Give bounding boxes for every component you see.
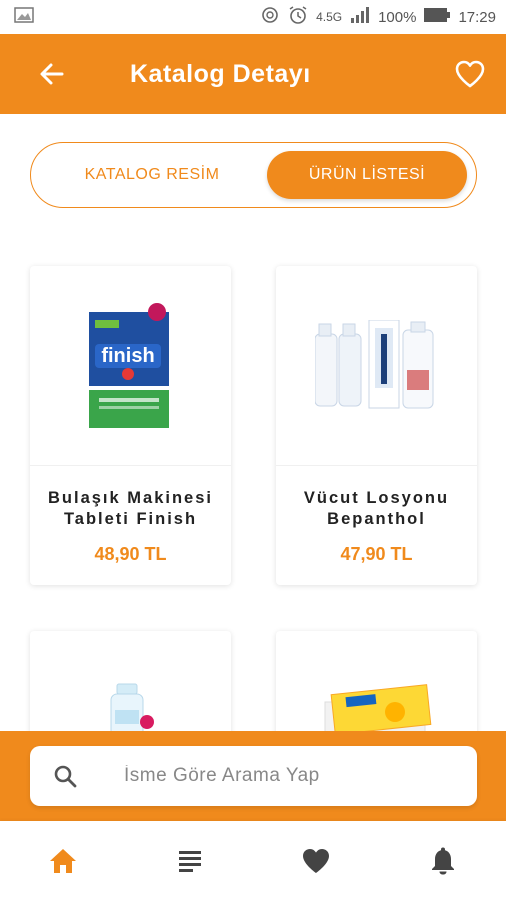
product-image-bepanthol [276, 266, 477, 466]
battery-percentage: 100% [378, 8, 417, 26]
search-input[interactable] [124, 765, 444, 787]
nav-notifications[interactable] [403, 831, 483, 891]
search-icon[interactable] [30, 764, 100, 788]
product-card[interactable] [30, 631, 231, 741]
list-icon [178, 850, 201, 872]
product-card[interactable]: Vücut Losyonu Bepanthol 47,90 TL [276, 266, 477, 585]
tab-product-list[interactable]: ÜRÜN LİSTESİ [267, 151, 467, 199]
search-bar [0, 731, 506, 821]
home-icon [50, 848, 77, 873]
product-card[interactable] [276, 631, 477, 741]
nav-list[interactable] [150, 831, 230, 891]
arrow-left-icon [40, 63, 64, 85]
network-type-label: 4.5G [316, 10, 343, 24]
product-image-baby-wipes [276, 631, 477, 741]
favorite-button[interactable] [452, 56, 488, 92]
signal-icon [350, 7, 370, 27]
sync-icon [260, 5, 280, 29]
clock-time: 17:29 [458, 8, 496, 26]
nav-favorites[interactable] [276, 831, 356, 891]
status-bar: 4.5G 100% 17:29 [0, 0, 506, 34]
battery-icon [424, 8, 451, 26]
catalog-view-toggle: KATALOG RESİM ÜRÜN LİSTESİ [30, 142, 477, 208]
tab-catalog-image[interactable]: KATALOG RESİM [43, 151, 261, 199]
page-title: Katalog Detayı [130, 60, 311, 88]
svg-text:finish: finish [101, 345, 154, 367]
bottom-navigation [0, 821, 506, 900]
nav-home[interactable] [23, 831, 103, 891]
app-header: Katalog Detayı [0, 34, 506, 114]
search-box [30, 746, 477, 806]
product-name: Vücut Losyonu Bepanthol [303, 489, 450, 528]
product-image-finish: finish [30, 266, 231, 466]
heart-outline-icon [455, 60, 485, 88]
back-button[interactable] [22, 34, 82, 114]
heart-icon [303, 848, 330, 873]
product-card[interactable]: finish Bulaşık Makinesi Tableti Finish 4… [30, 266, 231, 585]
product-image-baby-lotion [30, 631, 231, 741]
alarm-icon [288, 5, 308, 29]
product-price: 47,90 TL [340, 544, 413, 564]
product-name: Bulaşık Makinesi Tableti Finish [48, 489, 213, 528]
product-price: 48,90 TL [94, 544, 167, 564]
bell-icon [431, 847, 454, 874]
gallery-notification-icon [14, 7, 34, 27]
